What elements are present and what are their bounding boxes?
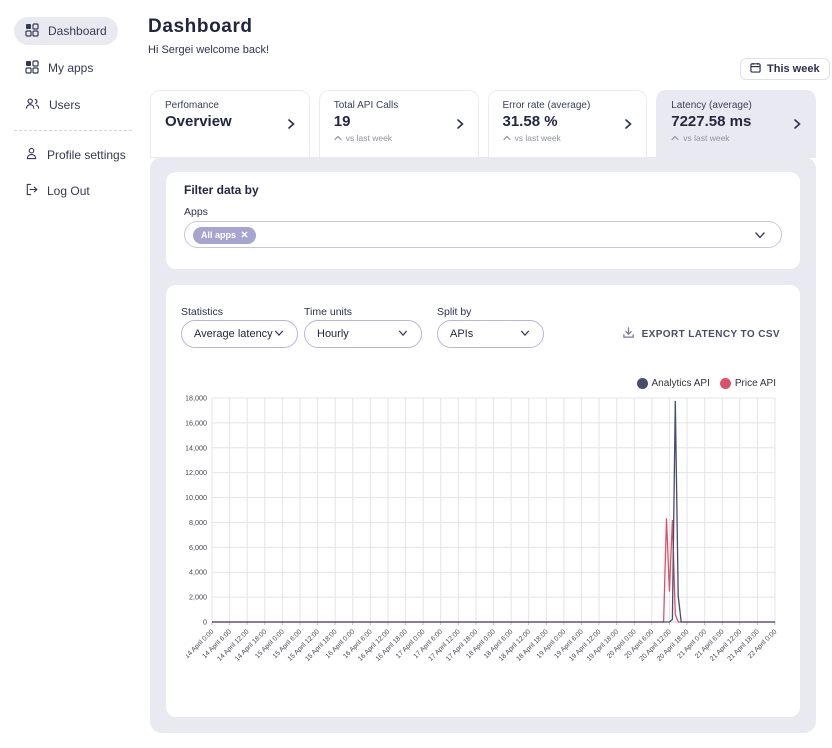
time-units-label: Time units: [304, 306, 352, 318]
axis-tick-label: 18,000: [186, 395, 207, 403]
split-by-label: Split by: [437, 306, 471, 318]
users-icon: [25, 97, 40, 113]
axis-tick-label: 16,000: [186, 418, 207, 427]
axis-tick-label: 12,000: [186, 468, 207, 477]
greeting-text: Hi Sergei welcome back!: [148, 44, 269, 56]
chevron-right-icon[interactable]: [622, 117, 634, 135]
logout-icon: [25, 183, 38, 199]
chevron-down-icon: [519, 327, 531, 342]
axis-tick-label: 4,000: [189, 568, 207, 577]
sidebar-item-label: My apps: [48, 61, 93, 75]
axis-tick-label: 10,000: [186, 493, 207, 502]
axis-tick-label: 14,000: [186, 443, 207, 452]
this-week-button[interactable]: This week: [740, 58, 830, 80]
grid-icon: [25, 60, 39, 77]
card-label: Error rate (average): [503, 100, 635, 111]
legend-item-analytics-api: Analytics API: [637, 378, 710, 389]
sidebar-item-label: Users: [49, 98, 80, 112]
sidebar-item-my-apps[interactable]: My apps: [14, 54, 104, 82]
this-week-label: This week: [767, 63, 820, 75]
card-trend: vs last week: [671, 133, 803, 143]
filter-card: Filter data by Apps All apps: [166, 172, 800, 269]
sidebar-item-dashboard[interactable]: Dashboard: [14, 17, 118, 45]
chevron-right-icon[interactable]: [285, 117, 297, 135]
sidebar-item-label: Log Out: [47, 184, 90, 198]
legend-label: Price API: [735, 378, 776, 389]
statistics-select[interactable]: Average latency: [181, 320, 298, 348]
statistics-value: Average latency: [194, 328, 273, 340]
legend-label: Analytics API: [652, 378, 710, 389]
chevron-down-icon[interactable]: [753, 228, 767, 247]
card-trend: vs last week: [334, 133, 466, 143]
download-icon: [622, 326, 635, 342]
summary-card-total-api-calls[interactable]: Total API Calls 19 vs last week: [319, 90, 479, 158]
card-label: Perfomance: [165, 100, 297, 111]
summary-card-perfomance[interactable]: Perfomance Overview: [150, 90, 310, 158]
sidebar-item-profile-settings[interactable]: Profile settings: [14, 141, 137, 169]
chevron-right-icon[interactable]: [454, 117, 466, 135]
axis-tick-label: 2,000: [189, 593, 207, 602]
split-by-value: APIs: [450, 328, 473, 340]
grid-icon: [25, 23, 39, 40]
card-value: 31.58 %: [503, 113, 635, 130]
card-label: Total API Calls: [334, 100, 466, 111]
time-units-select[interactable]: Hourly: [304, 320, 422, 348]
chevron-right-icon[interactable]: [791, 117, 803, 135]
caret-up-icon: [671, 133, 679, 143]
sidebar: Dashboard My apps Users Profile settings Lo…: [0, 0, 140, 748]
summary-card-latency-average-[interactable]: Latency (average) 7227.58 ms vs last week: [656, 90, 816, 158]
sidebar-item-label: Profile settings: [47, 148, 126, 162]
chart-legend: Analytics API Price API: [637, 378, 777, 389]
sidebar-item-log-out[interactable]: Log Out: [14, 177, 101, 205]
sidebar-divider: [14, 130, 132, 131]
axis-tick-label: 0: [203, 618, 207, 627]
card-trend: vs last week: [503, 133, 635, 143]
apps-filter-input[interactable]: All apps: [184, 221, 782, 248]
chevron-down-icon: [397, 327, 409, 342]
card-label: Latency (average): [671, 100, 803, 111]
chevron-down-icon: [273, 327, 285, 342]
axis-tick-label: 8,000: [189, 518, 207, 527]
legend-dot: [637, 378, 648, 389]
calendar-icon: [750, 62, 761, 76]
legend-dot: [720, 378, 731, 389]
card-trend-label: vs last week: [515, 133, 561, 143]
all-apps-chip-label: All apps: [201, 230, 236, 240]
legend-item-price-api: Price API: [720, 378, 776, 389]
caret-up-icon: [503, 133, 511, 143]
apps-label: Apps: [184, 206, 208, 218]
chart-card: Statistics Time units Split by Average l…: [166, 285, 800, 717]
card-value: 7227.58 ms: [671, 113, 803, 130]
export-csv-button[interactable]: EXPORT LATENCY TO CSV: [622, 326, 780, 342]
page-title: Dashboard: [148, 16, 253, 38]
axis-tick-label: 6,000: [189, 543, 207, 552]
summary-card-error-rate-average-[interactable]: Error rate (average) 31.58 % vs last week: [488, 90, 648, 158]
split-by-select[interactable]: APIs: [437, 320, 544, 348]
card-value: Overview: [165, 113, 297, 130]
sidebar-item-users[interactable]: Users: [14, 91, 91, 119]
all-apps-chip[interactable]: All apps: [193, 227, 256, 244]
latency-chart: 0 2,000 4,000 6,000 8,000 10,000 12,000 14,000 1…: [186, 395, 786, 695]
close-icon[interactable]: [241, 230, 248, 240]
sidebar-item-label: Dashboard: [48, 24, 107, 38]
caret-up-icon: [334, 133, 342, 143]
summary-cards-row: Perfomance Overview Total API Calls 19 vs la…: [150, 90, 816, 158]
card-trend-label: vs last week: [683, 133, 729, 143]
export-csv-label: EXPORT LATENCY TO CSV: [642, 329, 780, 340]
person-icon: [25, 147, 38, 163]
filter-title: Filter data by: [184, 183, 259, 197]
statistics-label: Statistics: [181, 306, 223, 318]
time-units-value: Hourly: [317, 328, 349, 340]
card-trend-label: vs last week: [346, 133, 392, 143]
card-value: 19: [334, 113, 466, 130]
